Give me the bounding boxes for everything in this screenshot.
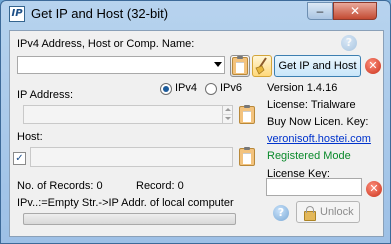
- clear-all-icon[interactable]: ✕: [365, 58, 381, 74]
- minimize-button[interactable]: –: [307, 2, 333, 20]
- buy-now-label: Buy Now Licen. Key:: [267, 116, 369, 128]
- host-label: Host:: [17, 131, 43, 143]
- ipv6-radio[interactable]: [205, 83, 217, 95]
- lock-icon: [304, 206, 316, 221]
- window-title: Get IP and Host (32-bit): [31, 6, 169, 21]
- host-input-label: IPv4 Address, Host or Comp. Name:: [17, 38, 195, 50]
- ipv4-radio-label: IPv4: [175, 82, 198, 94]
- website-link[interactable]: veronisoft.hostei.com: [267, 133, 371, 145]
- client-area: IPv4 Address, Host or Comp. Name: ? Get …: [9, 30, 384, 237]
- app-icon: IP: [9, 6, 25, 22]
- progress-bar: [23, 213, 236, 225]
- host-combo[interactable]: [17, 56, 225, 74]
- get-ip-and-host-button[interactable]: Get IP and Host: [274, 55, 361, 77]
- clear-license-icon[interactable]: ✕: [366, 181, 382, 197]
- spin-up-icon[interactable]: [222, 106, 232, 115]
- version-label: Version 1.4.16: [267, 82, 338, 94]
- license-label: License: Trialware: [267, 99, 356, 111]
- title-bar[interactable]: IP Get IP and Host (32-bit) – ✕: [1, 1, 390, 27]
- broom-icon: [255, 57, 267, 75]
- license-key-field[interactable]: [266, 178, 362, 196]
- help-icon-top[interactable]: ?: [341, 35, 357, 51]
- copy-host-clipboard-icon[interactable]: [239, 147, 255, 166]
- paste-host-button[interactable]: [230, 55, 250, 77]
- help-icon[interactable]: ?: [273, 205, 289, 221]
- close-button[interactable]: ✕: [333, 2, 377, 20]
- host-checkbox[interactable]: ✓: [13, 152, 26, 165]
- unlock-button[interactable]: Unlock: [296, 201, 360, 223]
- ip-address-field[interactable]: [23, 105, 233, 124]
- spin-down-icon[interactable]: [222, 115, 232, 124]
- ipv4-radio[interactable]: [160, 83, 172, 95]
- hint-label: IPv..:=Empty Str.->IP Addr. of local com…: [17, 197, 234, 209]
- main-window: IP Get IP and Host (32-bit) – ✕ IPv4 Add…: [0, 0, 391, 244]
- num-records-label: No. of Records: 0: [17, 180, 103, 192]
- chevron-down-icon[interactable]: [214, 62, 222, 67]
- registered-mode-label: Registered Mode: [267, 150, 351, 162]
- copy-ip-clipboard-icon[interactable]: [239, 105, 255, 124]
- ip-address-label: IP Address:: [17, 89, 74, 101]
- clipboard-icon: [232, 56, 248, 75]
- host-field[interactable]: [30, 147, 233, 167]
- ipv6-radio-label: IPv6: [220, 82, 243, 94]
- record-label: Record: 0: [136, 180, 184, 192]
- unlock-button-label: Unlock: [320, 206, 354, 218]
- clear-host-button[interactable]: [252, 55, 272, 77]
